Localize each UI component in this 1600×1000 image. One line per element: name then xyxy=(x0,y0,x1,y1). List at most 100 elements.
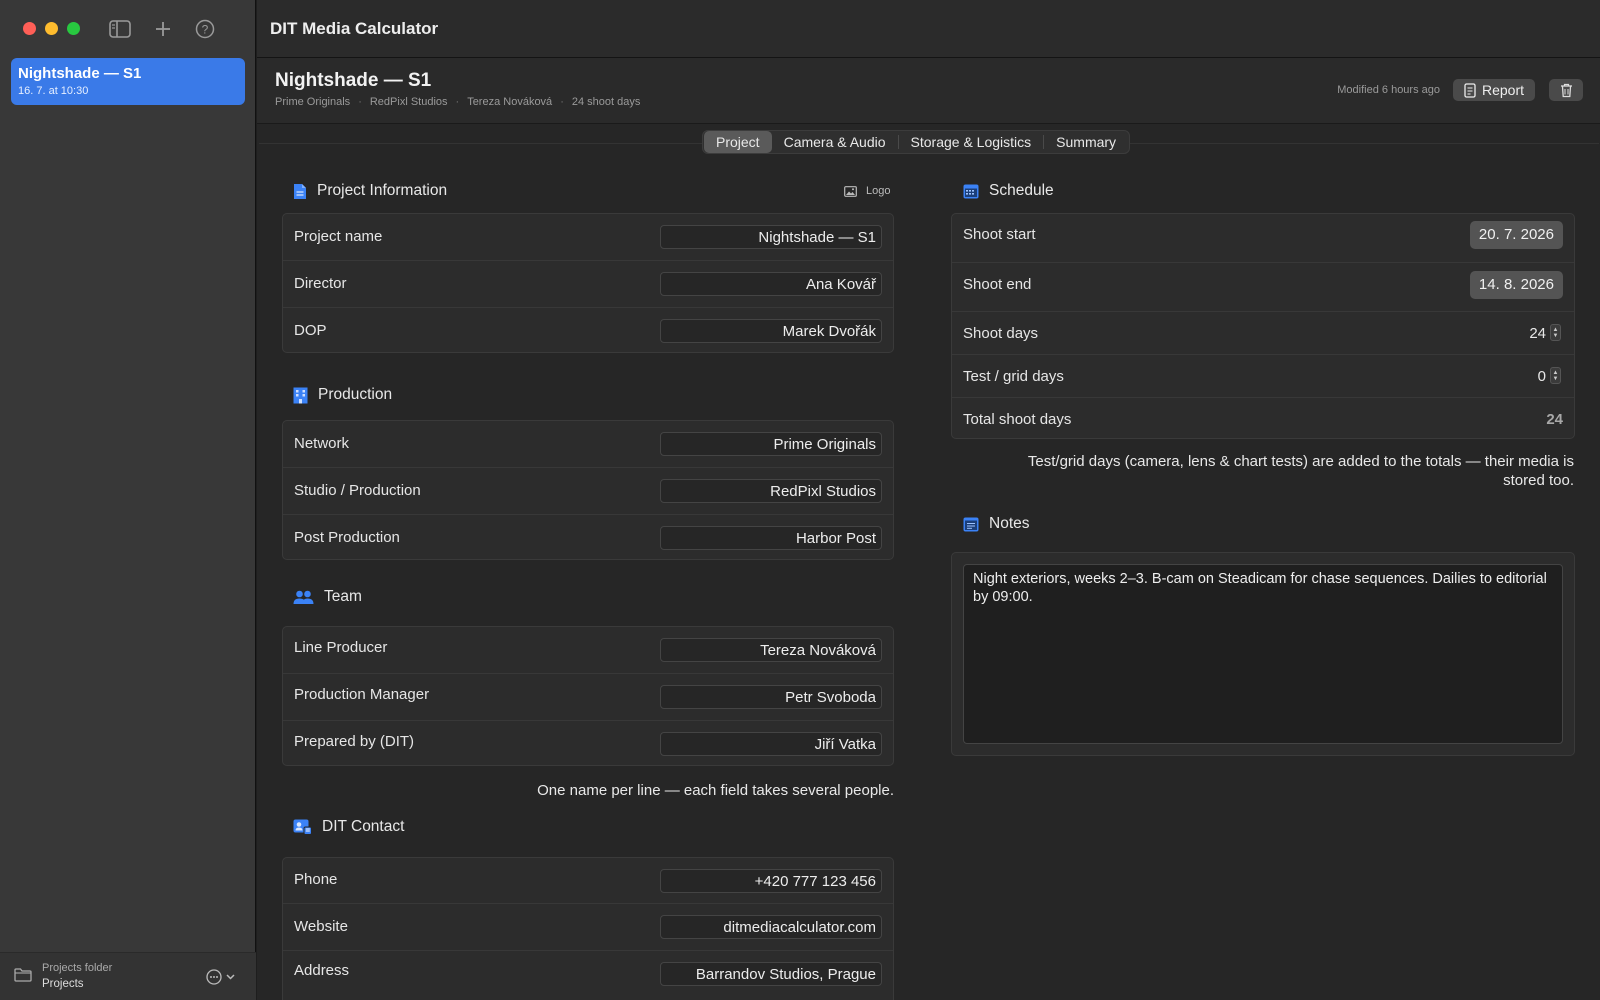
dit-contact-title: DIT Contact xyxy=(322,818,405,835)
meta-network: Prime Originals xyxy=(275,96,351,108)
shoot-days-stepper[interactable]: ▲ ▼ xyxy=(1550,324,1561,341)
notes-title: Notes xyxy=(989,515,1030,532)
meta-separator: · xyxy=(455,96,460,108)
shoot-start-label: Shoot start xyxy=(963,226,1036,243)
post-production-label: Post Production xyxy=(294,529,400,546)
building-icon xyxy=(293,387,308,403)
dit-contact-heading: DIT Contact xyxy=(293,818,404,836)
projects-folder-value[interactable]: Projects xyxy=(42,978,84,990)
tab-camera-audio[interactable]: Camera & Audio xyxy=(772,131,898,153)
help-icon[interactable]: ? xyxy=(193,17,217,41)
report-button-label: Report xyxy=(1481,82,1525,98)
prepared-by-field[interactable]: Jiří Vatka xyxy=(660,732,882,756)
form-row: Network Prime Originals xyxy=(283,421,893,468)
production-title: Production xyxy=(318,386,393,403)
website-field[interactable]: ditmediacalculator.com xyxy=(660,915,882,939)
project-meta: Prime Originals · RedPixl Studios · Tere… xyxy=(275,96,640,108)
sidebar-footer: Projects folder Projects xyxy=(0,952,256,1000)
more-options-button[interactable] xyxy=(206,968,240,986)
modified-status: Modified 6 hours ago xyxy=(1337,84,1440,96)
studio-label: Studio / Production xyxy=(294,482,421,499)
notes-textarea[interactable]: Night exteriors, weeks 2–3. B-cam on Ste… xyxy=(963,564,1563,744)
form-row: Prepared by (DIT) Jiří Vatka xyxy=(283,721,893,767)
studio-field[interactable]: RedPixl Studios xyxy=(660,479,882,503)
shoot-start-date-picker[interactable]: 20. 7. 2026 xyxy=(1469,221,1563,249)
address-label: Address xyxy=(294,962,350,979)
notes-card: Night exteriors, weeks 2–3. B-cam on Ste… xyxy=(951,552,1575,756)
meta-shoot-days: 24 shoot days xyxy=(571,96,641,108)
website-label: Website xyxy=(294,918,348,935)
form-row: Website ditmediacalculator.com xyxy=(283,904,893,951)
tab-project[interactable]: Project xyxy=(704,131,772,153)
director-field[interactable]: Ana Kovář xyxy=(660,272,882,296)
production-manager-field[interactable]: Petr Svoboda xyxy=(660,685,882,709)
project-header: Nightshade — S1 Prime Originals · RedPix… xyxy=(257,58,1600,124)
shoot-end-date-picker[interactable]: 14. 8. 2026 xyxy=(1469,271,1563,299)
total-shoot-days-label: Total shoot days xyxy=(963,411,1072,428)
test-days-label: Test / grid days xyxy=(963,368,1064,385)
test-days-stepper[interactable]: ▲ ▼ xyxy=(1550,367,1561,384)
tab-storage-logistics[interactable]: Storage & Logistics xyxy=(899,131,1044,153)
project-info-heading: Project Information xyxy=(293,182,447,200)
calendar-icon xyxy=(963,184,979,198)
line-producer-field[interactable]: Tereza Nováková xyxy=(660,638,882,662)
document-icon xyxy=(294,183,306,199)
team-heading: Team xyxy=(293,588,362,606)
project-info-card: Project name Nightshade — S1 Director An… xyxy=(282,213,894,353)
prepared-by-label: Prepared by (DIT) xyxy=(294,733,415,750)
image-icon xyxy=(844,185,857,197)
trash-icon xyxy=(1560,83,1572,97)
dop-label: DOP xyxy=(294,322,327,339)
network-field[interactable]: Prime Originals xyxy=(660,432,882,456)
network-label: Network xyxy=(294,435,350,452)
titlebar: DIT Media Calculator xyxy=(257,0,1600,58)
production-manager-label: Production Manager xyxy=(294,686,430,703)
shoot-end-label: Shoot end xyxy=(963,276,1032,293)
sidebar-project-date: 16. 7. at 10:30 xyxy=(18,85,89,97)
folder-icon[interactable] xyxy=(14,967,34,985)
form-row: Line Producer Tereza Nováková xyxy=(283,627,893,674)
sidebar-toggle-icon[interactable] xyxy=(108,17,132,41)
form-row: Phone +420 777 123 456 xyxy=(283,858,893,904)
team-card: Line Producer Tereza Nováková Production… xyxy=(282,626,894,766)
meta-producer: Tereza Nováková xyxy=(467,96,553,108)
shoot-days-value[interactable]: 24 xyxy=(1529,325,1546,342)
post-production-field[interactable]: Harbor Post xyxy=(660,526,882,550)
dop-field[interactable]: Marek Dvořák xyxy=(660,319,882,343)
delete-button[interactable] xyxy=(1549,79,1583,101)
production-card: Network Prime Originals Studio / Product… xyxy=(282,420,894,560)
zoom-window-button[interactable] xyxy=(67,22,80,35)
schedule-heading: Schedule xyxy=(963,182,1054,200)
phone-field[interactable]: +420 777 123 456 xyxy=(660,869,882,893)
meta-separator: · xyxy=(560,96,564,108)
schedule-hint-line-1: Test/grid days (camera, lens & chart tes… xyxy=(1027,453,1574,470)
tab-summary[interactable]: Summary xyxy=(1044,131,1128,153)
minimize-window-button[interactable] xyxy=(45,22,58,35)
close-window-button[interactable] xyxy=(23,22,36,35)
tab-bar: Project Camera & Audio Storage & Logisti… xyxy=(702,130,1131,154)
form-row: Studio / Production RedPixl Studios xyxy=(283,468,893,515)
sidebar-project-item[interactable]: Nightshade — S1 16. 7. at 10:30 xyxy=(11,58,245,105)
test-days-value[interactable]: 0 xyxy=(1538,368,1546,385)
report-button[interactable]: Report xyxy=(1453,79,1535,101)
svg-text:?: ? xyxy=(202,23,209,37)
form-row: Production Manager Petr Svoboda xyxy=(283,674,893,721)
director-label: Director xyxy=(294,275,347,292)
project-info-title: Project Information xyxy=(317,182,448,199)
project-name-field[interactable]: Nightshade — S1 xyxy=(660,225,882,249)
address-field[interactable]: Barrandov Studios, Prague xyxy=(660,962,882,986)
plus-icon[interactable] xyxy=(151,17,175,41)
logo-button-label: Logo xyxy=(866,185,891,197)
report-icon xyxy=(1464,82,1476,98)
form-row: Shoot days 24 ▲ ▼ xyxy=(952,312,1574,355)
notes-icon xyxy=(963,517,979,531)
projects-folder-label: Projects folder xyxy=(42,962,113,974)
schedule-card: Shoot start 20. 7. 2026 Shoot end 14. 8.… xyxy=(951,213,1575,439)
form-row: DOP Marek Dvořák xyxy=(283,308,893,354)
form-row: Director Ana Kovář xyxy=(283,261,893,308)
team-title: Team xyxy=(324,588,362,605)
form-row: Project name Nightshade — S1 xyxy=(283,214,893,261)
logo-button[interactable]: Logo xyxy=(844,185,890,197)
form-row: Post Production Harbor Post xyxy=(283,515,893,561)
project-name-label: Project name xyxy=(294,228,383,245)
